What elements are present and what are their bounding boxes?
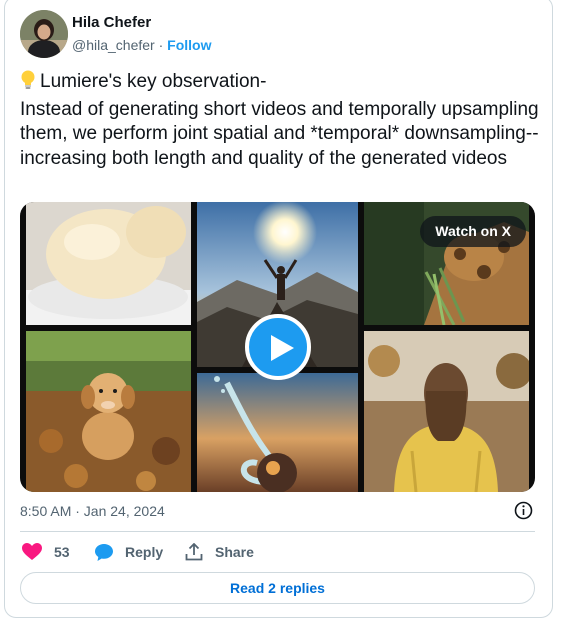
follow-link[interactable]: Follow	[167, 37, 211, 53]
play-icon	[271, 335, 294, 361]
timestamp[interactable]: 8:50 AM · Jan 24, 2024	[20, 503, 165, 519]
watch-on-x-button[interactable]: Watch on X	[420, 216, 526, 247]
like-count: 53	[54, 544, 70, 560]
lightbulb-icon	[20, 70, 40, 98]
tweet-text: Lumiere's key observation- Instead of ge…	[20, 70, 540, 171]
reply-bubble-icon	[95, 543, 113, 561]
tile-water-splash	[197, 373, 358, 492]
author-handle-row: @hila_chefer · Follow	[72, 37, 211, 53]
avatar[interactable]	[20, 10, 68, 58]
heart-icon	[22, 543, 42, 560]
author-handle[interactable]: @hila_chefer	[72, 37, 155, 53]
tweet-text-body: Instead of generating short videos and t…	[20, 98, 539, 169]
read-replies-button[interactable]: Read 2 replies	[20, 572, 535, 604]
like-button[interactable]: 53	[22, 541, 70, 563]
info-icon[interactable]	[514, 501, 533, 520]
reply-label: Reply	[125, 544, 164, 560]
tile-ice-cream	[26, 202, 191, 325]
tweet-text-line1: Lumiere's key observation-	[40, 71, 267, 92]
tile-woman-yellow-jacket	[364, 331, 529, 492]
play-button[interactable]	[245, 314, 311, 380]
handle-separator: ·	[158, 37, 164, 53]
video-media[interactable]: Watch on X	[20, 202, 535, 492]
reply-button[interactable]: Reply	[95, 541, 163, 563]
divider	[20, 531, 535, 532]
share-button[interactable]: Share	[185, 541, 254, 563]
author-name[interactable]: Hila Chefer	[72, 14, 151, 31]
tile-puppy-leaves	[26, 331, 191, 492]
share-icon	[185, 543, 203, 561]
share-label: Share	[215, 544, 254, 560]
